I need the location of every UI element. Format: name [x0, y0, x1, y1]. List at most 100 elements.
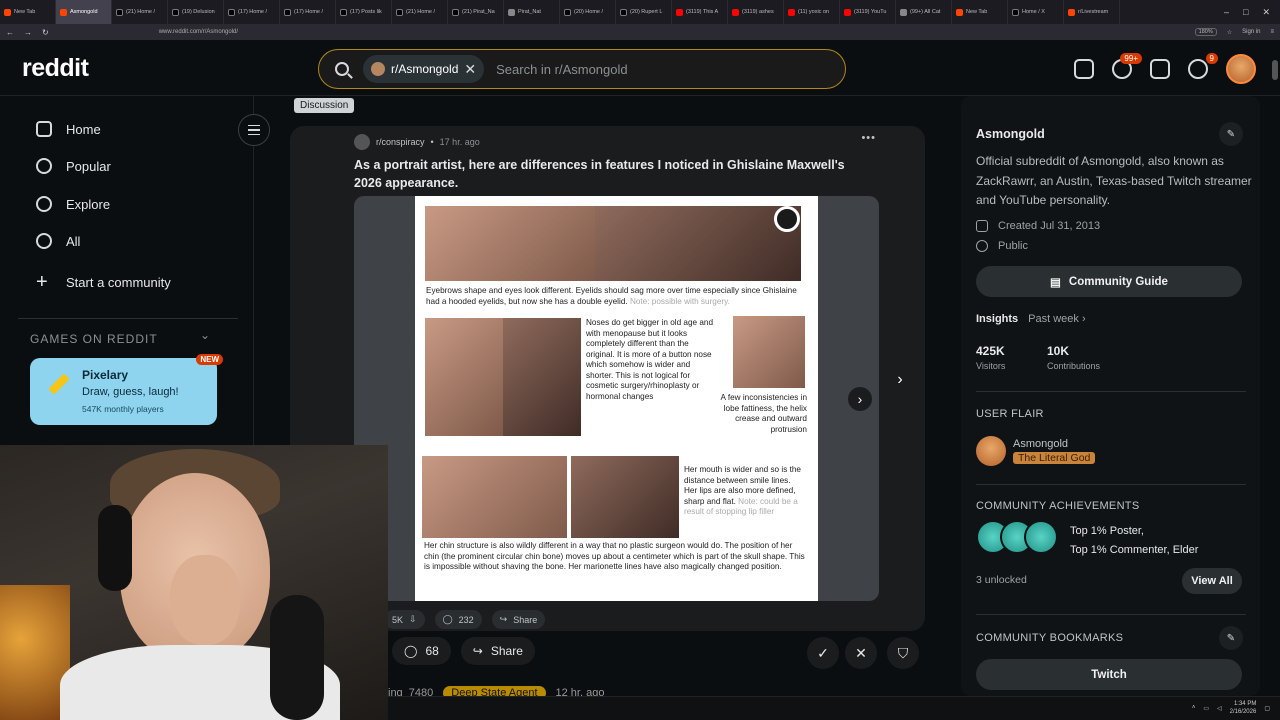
headphones	[98, 505, 132, 591]
created-date: Created Jul 31, 2013	[976, 220, 1100, 232]
browser-tab[interactable]: (21) Home /	[112, 0, 168, 24]
flair-tag[interactable]: The Literal God	[1013, 452, 1096, 464]
browser-tab[interactable]: Pirat_Nat	[504, 0, 560, 24]
subreddit-search-chip[interactable]: r/Asmongold ✕	[363, 55, 485, 83]
browser-tab[interactable]: (17) Home /	[224, 0, 280, 24]
browser-tab[interactable]: r/Livestream	[1064, 0, 1120, 24]
user-avatar[interactable]	[1226, 54, 1256, 84]
nav-explore[interactable]: Explore	[36, 196, 110, 212]
game-card-pixelary[interactable]: Pixelary Draw, guess, laugh! 547K monthl…	[30, 354, 223, 425]
bookmarks-heading: COMMUNITY BOOKMARKS	[976, 632, 1124, 644]
reload-icon[interactable]: ↻	[42, 28, 49, 37]
nav-home-label: Home	[66, 121, 101, 137]
cake-icon	[976, 220, 988, 232]
reddit-logo[interactable]: reddit	[22, 54, 89, 83]
edit-bookmarks-icon[interactable]: ✎	[1219, 626, 1243, 650]
browser-tab[interactable]: New Tab	[0, 0, 56, 24]
browser-tab[interactable]: (17) Posts lik	[336, 0, 392, 24]
downvote-icon[interactable]: ⇩	[409, 614, 417, 625]
screen: New Tab Asmongold (21) Home / (19) Delus…	[0, 0, 1280, 720]
browser-tab[interactable]: (99+) All Cat	[896, 0, 952, 24]
share-button[interactable]: ↪ Share	[491, 610, 546, 629]
scrollbar[interactable]	[1272, 60, 1278, 80]
comments-button[interactable]: ◯ 232	[434, 610, 482, 629]
clock[interactable]: 1:34 PM 2/16/2026	[1230, 700, 1257, 716]
system-tray: ˄ ▭ ◁ 1:34 PM 2/16/2026 ▢	[1192, 700, 1270, 716]
volume-icon[interactable]: ◁	[1217, 705, 1222, 712]
carousel-next-icon[interactable]: ›	[884, 364, 916, 396]
subreddit-avatar	[371, 62, 385, 76]
minimize-icon[interactable]: –	[1224, 7, 1229, 18]
guide-label: Community Guide	[1068, 275, 1168, 288]
chevron-up-icon[interactable]: ˄	[1192, 705, 1196, 711]
game-title: Pixelary	[82, 368, 129, 382]
browser-tab[interactable]: (21) Pirat_Na	[448, 0, 504, 24]
caption-ear: A few inconsistencies in lobe fattiness,…	[720, 393, 807, 434]
browser-tab[interactable]: (3119) This A	[672, 0, 728, 24]
chat-icon[interactable]: 99+	[1112, 53, 1142, 79]
achievement-badge-icon	[1024, 520, 1058, 554]
comments-button[interactable]: ◯ 68	[392, 637, 451, 665]
browser-tab[interactable]: (3119) ashes	[728, 0, 784, 24]
edit-icon[interactable]: ✎	[1219, 122, 1243, 146]
sign-in-link[interactable]: Sign in	[1242, 29, 1260, 35]
achievement-badges[interactable]	[976, 520, 1058, 554]
browser-tab[interactable]: (19) Delusion	[168, 0, 224, 24]
caption-eyes: Eyebrows shape and eyes look different. …	[426, 286, 797, 306]
post-flair[interactable]: Discussion	[294, 98, 355, 113]
post-title[interactable]: As a portrait artist, here are differenc…	[354, 156, 874, 192]
twitch-bookmark-button[interactable]: Twitch	[976, 659, 1242, 690]
nav-start-community[interactable]: + Start a community	[36, 271, 171, 294]
reddit-header: reddit r/Asmongold ✕ Search in r/Asmongo…	[0, 40, 1280, 96]
insights-period[interactable]: Past week ›	[1028, 313, 1085, 325]
more-options-icon[interactable]: •••	[861, 132, 876, 144]
nav-all[interactable]: All	[36, 233, 80, 249]
browser-tab[interactable]: (17) Home /	[280, 0, 336, 24]
create-post-icon[interactable]	[1150, 59, 1170, 79]
forward-icon[interactable]: →	[24, 28, 32, 37]
advertise-icon[interactable]	[1074, 59, 1094, 79]
browser-tab-active[interactable]: Asmongold	[56, 0, 112, 24]
vote-count: 5K	[392, 614, 404, 625]
post-image-carousel[interactable]: Eyebrows shape and eyes look different. …	[354, 196, 879, 601]
browser-tab[interactable]: (20) Home /	[560, 0, 616, 24]
browser-tab[interactable]: Home / X	[1008, 0, 1064, 24]
notification-center-icon[interactable]: ▢	[1264, 705, 1270, 712]
visibility: Public	[976, 240, 1028, 252]
inner-next-icon[interactable]: ›	[848, 387, 872, 411]
remove-icon[interactable]: ✕	[845, 637, 877, 669]
network-icon[interactable]: ▭	[1203, 705, 1209, 712]
browser-tab[interactable]: (3119) YouTu	[840, 0, 896, 24]
browser-tab[interactable]: (11) yoxic on	[784, 0, 840, 24]
view-all-button[interactable]: View All	[1182, 568, 1242, 594]
vote-control[interactable]: 5K ⇩	[384, 610, 425, 629]
notifications-icon[interactable]: 9	[1188, 53, 1218, 79]
approve-icon[interactable]: ✓	[807, 637, 839, 669]
browser-tab[interactable]: (20) Rupert L	[616, 0, 672, 24]
share-button[interactable]: ↪ Share	[460, 637, 535, 665]
chevron-down-icon[interactable]: ⌄	[200, 328, 210, 342]
shield-icon[interactable]: ⛉	[887, 637, 919, 669]
back-icon[interactable]: ←	[6, 28, 14, 37]
user-flair-heading: USER FLAIR	[976, 408, 1044, 420]
maximize-icon[interactable]: □	[1243, 7, 1248, 18]
subreddit-name[interactable]: r/conspiracy	[376, 137, 425, 147]
search-input[interactable]: Search in r/Asmongold	[496, 62, 628, 77]
collapse-nav-button[interactable]	[238, 114, 270, 146]
url-field[interactable]: www.reddit.com/r/Asmongold/	[159, 29, 238, 35]
star-icon[interactable]: ☆	[1227, 29, 1232, 36]
community-guide-button[interactable]: ▤ Community Guide	[976, 266, 1242, 297]
crosspost[interactable]: r/conspiracy • 17 hr. ago ••• As a portr…	[354, 126, 886, 631]
search-bar[interactable]: r/Asmongold ✕ Search in r/Asmongold	[318, 49, 846, 89]
ear-photo	[733, 316, 805, 388]
close-icon[interactable]: ✕	[1262, 7, 1270, 18]
nav-home[interactable]: Home	[36, 121, 101, 137]
zoom-level[interactable]: 180%	[1194, 28, 1217, 36]
browser-tab[interactable]: (21) Home /	[392, 0, 448, 24]
community-sidebar: Asmongold ✎ Official subreddit of Asmong…	[961, 96, 1260, 696]
browser-tab[interactable]: New Tab	[952, 0, 1008, 24]
clear-chip-icon[interactable]: ✕	[464, 61, 476, 78]
nav-popular[interactable]: Popular	[36, 158, 111, 174]
menu-icon[interactable]: ≡	[1270, 29, 1274, 35]
divider	[976, 484, 1246, 485]
